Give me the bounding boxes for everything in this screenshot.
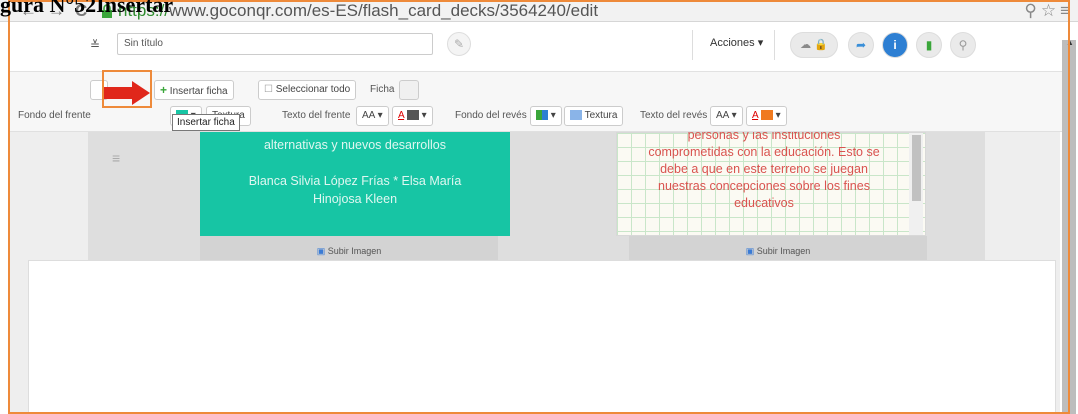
divider (774, 30, 775, 60)
card-label: Ficha (370, 84, 395, 95)
checkbox-icon: ☐ (264, 84, 273, 95)
front-text-color-picker[interactable]: A ▾ (392, 106, 433, 126)
figure-caption: gura N°52Insertar (0, 0, 174, 17)
front-line: Hinojosa Kleen (312, 192, 398, 206)
front-font-size-dropdown[interactable]: AA ▾ (356, 106, 389, 126)
back-line: educativos (734, 196, 794, 210)
divider (692, 30, 693, 60)
back-text-color-picker[interactable]: A ▾ (746, 106, 787, 126)
card-back-face[interactable]: personas y las instituciones comprometid… (616, 128, 926, 236)
insert-card-button[interactable]: + Insertar ficha (154, 80, 234, 100)
back-line: nuestras concepciones sobre los fines (658, 179, 870, 193)
search-icon[interactable]: ⚲ (950, 32, 976, 58)
card-select[interactable] (399, 80, 419, 100)
share-icon[interactable]: ➦ (848, 32, 874, 58)
select-all-button[interactable]: ☐ Seleccionar todo (258, 80, 357, 100)
image-icon: ▣ (745, 246, 755, 256)
deck-title-input[interactable]: Sin título (117, 33, 433, 55)
card-row: ≡ alternativas y nuevos desarrollos Blan… (88, 128, 985, 278)
zoom-icon[interactable]: ⚲ (1024, 1, 1040, 20)
browser-actions: ⚲☆≡ (1024, 0, 1074, 22)
back-scrollbar[interactable] (909, 133, 923, 235)
back-text-area[interactable]: personas y las instituciones comprometid… (617, 127, 925, 212)
back-bg-color-picker[interactable]: ▾ (530, 106, 562, 126)
editor-toolbar: + Insertar ficha ☐ Seleccionar todo Fich… (10, 72, 1068, 132)
drag-handle-icon[interactable]: ≡ (112, 150, 120, 166)
back-bg-label: Fondo del revés (455, 110, 527, 121)
url-path: www.goconqr.com/es-ES/flash_card_decks/3… (169, 1, 599, 20)
collapse-icon[interactable]: ≚ (90, 38, 100, 52)
back-font-size-dropdown[interactable]: AA ▾ (710, 106, 743, 126)
insert-card-label: Insertar ficha (169, 86, 228, 97)
scroll-up-icon[interactable]: ▲ (1066, 38, 1074, 47)
screenshot-frame: ← → C https://www.goconqr.com/es-ES/flas… (0, 0, 1078, 414)
front-text-label: Texto del frente (282, 110, 351, 121)
back-line: comprometidas con la educación. Esto se (648, 145, 880, 159)
front-line: alternativas y nuevos desarrollos (263, 138, 447, 152)
actions-dropdown[interactable]: Acciones ▾ (710, 36, 763, 49)
info-icon[interactable]: i (882, 32, 908, 58)
back-text-label: Texto del revés (640, 110, 708, 121)
star-icon[interactable]: ☆ (1041, 1, 1060, 20)
privacy-toggle-button[interactable]: ☁ 🔒 (790, 32, 838, 58)
image-icon: ▣ (316, 246, 326, 256)
back-line: debe a que en este terreno se juegan (660, 162, 868, 176)
front-bg-label: Fondo del frente (18, 110, 91, 121)
highlight-box-annotation (102, 70, 152, 108)
menu-icon[interactable]: ≡ (1060, 1, 1074, 20)
page-scrollbar[interactable] (1062, 40, 1076, 414)
back-texture-button[interactable]: Textura (564, 106, 624, 126)
front-line (200, 154, 510, 172)
bottom-panel (28, 260, 1056, 414)
edit-pencil-icon[interactable]: ✎ (447, 32, 471, 56)
book-icon[interactable]: ▮ (916, 32, 942, 58)
app-header: ≚ Sin título ✎ Acciones ▾ ☁ 🔒 ➦ i ▮ ⚲ (10, 22, 1068, 72)
address-bar[interactable]: https://www.goconqr.com/es-ES/flash_card… (118, 0, 598, 22)
front-line: Blanca Silvia López Frías * Elsa María (248, 174, 462, 188)
select-all-label: Seleccionar todo (275, 84, 351, 95)
insert-card-tooltip: Insertar ficha (172, 114, 240, 131)
card-front-face[interactable]: alternativas y nuevos desarrollos Blanca… (200, 132, 510, 236)
scrollbar-thumb[interactable] (912, 135, 921, 201)
plus-icon: + (160, 83, 168, 97)
